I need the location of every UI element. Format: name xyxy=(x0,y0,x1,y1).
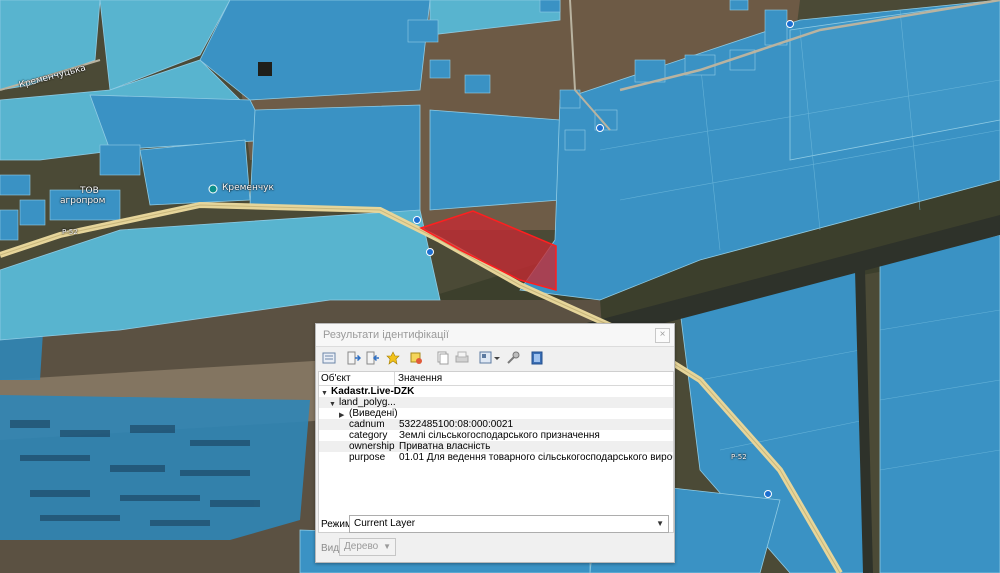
mode-value: Current Layer xyxy=(354,518,416,529)
attribute-value: Приватна власність xyxy=(399,441,491,452)
tree-header: Об'єкт Значення xyxy=(319,372,673,386)
feature-name: land_polyg... xyxy=(339,397,396,408)
road-label-1: Р-52 xyxy=(62,228,78,236)
chevron-down-icon: ▼ xyxy=(656,519,664,528)
attribute-key: ownership xyxy=(349,441,395,452)
results-tree[interactable]: Об'єкт Значення ▼ Kadastr.Live-DZK ▼ lan… xyxy=(318,371,674,533)
expand-all-icon[interactable] xyxy=(347,351,361,365)
attribute-row[interactable]: category Землі сільськогосподарського пр… xyxy=(319,430,673,441)
attribute-row[interactable]: purpose 01.01 Для ведення товарного сіль… xyxy=(319,452,673,463)
close-button[interactable]: × xyxy=(655,328,670,343)
clear-highlight-icon[interactable] xyxy=(409,351,423,365)
chevron-down-icon: ▼ xyxy=(383,542,391,551)
derived-label: (Виведені) xyxy=(349,408,398,419)
expand-icon[interactable] xyxy=(322,351,336,365)
company-label-2: агропром xyxy=(60,196,106,206)
mode-select[interactable]: Current Layer ▼ xyxy=(349,515,669,533)
copy-icon[interactable] xyxy=(436,351,450,365)
select-mode-icon[interactable] xyxy=(479,351,503,365)
attribute-value: Землі сільськогосподарського призначення xyxy=(399,430,600,441)
highlight-icon[interactable] xyxy=(386,351,400,365)
road-label-2: Р-52 xyxy=(731,453,747,461)
settings-icon[interactable] xyxy=(506,351,520,365)
identify-toolbar xyxy=(316,347,674,371)
dialog-title: Результати ідентифікації xyxy=(323,329,449,341)
column-object[interactable]: Об'єкт xyxy=(321,373,351,384)
print-icon[interactable] xyxy=(455,351,469,365)
column-separator xyxy=(394,372,395,385)
attribute-key: category xyxy=(349,430,388,441)
feature-row[interactable]: ▼ land_polyg... xyxy=(319,397,673,408)
attribute-row[interactable]: cadnum 5322485100:08:000:0021 xyxy=(319,419,673,430)
attribute-value: 01.01 Для ведення товарного сільськогосп… xyxy=(399,452,674,463)
attribute-key: purpose xyxy=(349,452,386,463)
layer-name: Kadastr.Live-DZK xyxy=(331,386,415,397)
derived-row[interactable]: ▶ (Виведені) xyxy=(319,408,673,419)
view-label: Вид xyxy=(321,543,340,554)
attribute-row[interactable]: ownership Приватна власність xyxy=(319,441,673,452)
town-label: Кременчук xyxy=(222,183,274,193)
mode-label: Режим xyxy=(321,519,352,530)
view-value: Дерево xyxy=(344,541,379,552)
identify-results-dialog: Результати ідентифікації × Об'єкт Значен… xyxy=(315,323,675,563)
layer-row[interactable]: ▼ Kadastr.Live-DZK xyxy=(319,386,673,397)
collapse-all-icon[interactable] xyxy=(366,351,380,365)
dialog-titlebar[interactable]: Результати ідентифікації × xyxy=(316,324,674,347)
attribute-key: cadnum xyxy=(349,419,385,430)
view-select[interactable]: Дерево ▼ xyxy=(339,538,396,556)
company-label-1: ТОВ xyxy=(80,186,99,196)
attribute-value: 5322485100:08:000:0021 xyxy=(399,419,514,430)
column-value[interactable]: Значення xyxy=(398,373,442,384)
help-icon[interactable] xyxy=(530,351,544,365)
